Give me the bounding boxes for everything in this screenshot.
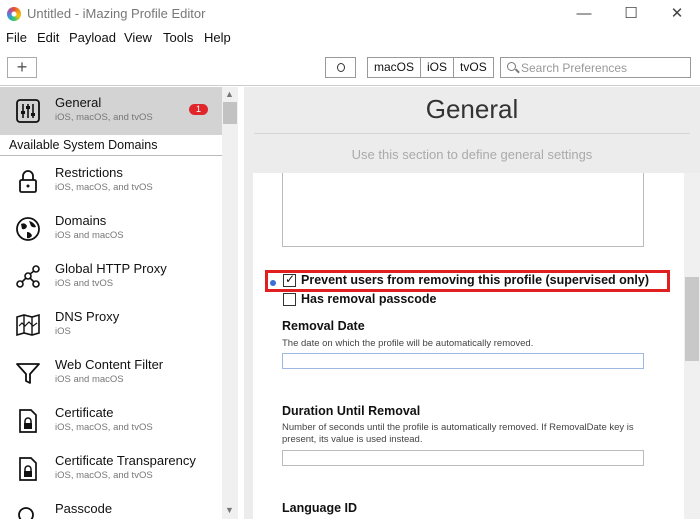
prevent-removal-label: Prevent users from removing this profile… (301, 273, 650, 287)
title-divider (254, 133, 690, 134)
sliders-icon (16, 99, 40, 123)
menu-payload[interactable]: Payload (69, 30, 116, 45)
certificate-icon (19, 409, 37, 433)
sidebar-item-subtitle: iOS and tvOS (55, 278, 114, 289)
sidebar-item-restrictions[interactable]: Restrictions iOS, macOS, and tvOS (0, 157, 222, 205)
sidebar-item-title: General (55, 95, 102, 110)
close-button[interactable]: ✕ (654, 3, 700, 25)
duration-title: Duration Until Removal (282, 404, 421, 418)
globe-icon (16, 217, 40, 241)
scroll-up-arrow-icon[interactable]: ▲ (225, 89, 234, 99)
filter-ios-button[interactable]: iOS (421, 58, 455, 77)
menu-help[interactable]: Help (204, 30, 231, 45)
menu-tools[interactable]: Tools (163, 30, 193, 45)
main-scroll-thumb[interactable] (685, 277, 699, 361)
platform-filter: macOS iOS tvOS (367, 57, 494, 78)
window-title: Untitled - iMazing Profile Editor (27, 6, 206, 21)
sidebar-item-certificate-transparency[interactable]: Certificate Transparency iOS, macOS, and… (0, 445, 222, 493)
sidebar-item-general[interactable]: General iOS, macOS, and tvOS 1 (0, 87, 222, 135)
minimize-button[interactable]: — (561, 3, 607, 25)
page-title: General (425, 94, 519, 124)
title-bar: Untitled - iMazing Profile Editor — ☐ ✕ (0, 0, 700, 28)
sidebar-item-domains[interactable]: Domains iOS and macOS (0, 205, 222, 253)
has-passcode-label: Has removal passcode (301, 292, 437, 306)
duration-input[interactable] (282, 450, 644, 466)
sidebar-item-title: Restrictions (55, 165, 123, 180)
menu-edit[interactable]: Edit (37, 30, 59, 45)
sidebar: General iOS, macOS, and tvOS 1 Available… (0, 87, 238, 519)
sidebar-item-title: Certificate Transparency (55, 453, 196, 468)
map-icon (16, 313, 40, 337)
sidebar-item-global-http-proxy[interactable]: Global HTTP Proxy iOS and tvOS (0, 253, 222, 301)
main-scrollbar[interactable] (684, 173, 700, 519)
sidebar-item-subtitle: iOS, macOS, and tvOS (55, 470, 153, 481)
search-icon (507, 62, 516, 71)
settings-panel: Prevent users from removing this profile… (253, 173, 684, 519)
removal-date-description: The date on which the profile will be au… (282, 338, 534, 349)
sidebar-item-subtitle: iOS (55, 326, 71, 337)
sidebar-item-title: Domains (55, 213, 107, 228)
app-icon (7, 7, 21, 21)
circle-icon (337, 63, 345, 72)
removal-date-title: Removal Date (282, 319, 365, 333)
sidebar-item-title: Passcode (55, 501, 113, 516)
sidebar-item-subtitle: iOS and macOS (55, 374, 124, 385)
circle-button[interactable] (325, 57, 356, 78)
section-header: Available System Domains (0, 136, 222, 156)
funnel-icon (16, 363, 40, 384)
sidebar-item-title: Certificate (55, 405, 114, 420)
sidebar-item-subtitle: iOS, macOS, and tvOS (55, 112, 153, 123)
sidebar-item-certificate[interactable]: Certificate iOS, macOS, and tvOS (0, 397, 222, 445)
lock-icon (19, 170, 37, 193)
toolbar: + macOS iOS tvOS (0, 48, 700, 86)
sidebar-item-subtitle: iOS, macOS, and tvOS (55, 422, 153, 433)
filter-macos-button[interactable]: macOS (368, 58, 422, 77)
sidebar-item-title: Global HTTP Proxy (55, 261, 167, 276)
prevent-removal-checkbox[interactable] (283, 272, 296, 287)
page-subtitle: Use this section to define general setti… (351, 147, 593, 162)
scroll-down-arrow-icon[interactable]: ▼ (225, 505, 234, 515)
count-badge: 1 (189, 104, 208, 115)
passcode-icon (18, 507, 34, 519)
sidebar-scroll-thumb[interactable] (223, 102, 237, 124)
maximize-button[interactable]: ☐ (608, 3, 654, 25)
language-id-title: Language ID (282, 501, 358, 515)
description-textarea[interactable] (282, 173, 644, 247)
menu-bar: File Edit Payload View Tools Help (0, 28, 700, 48)
search-input[interactable] (521, 59, 686, 76)
has-passcode-checkbox[interactable] (283, 293, 296, 306)
duration-description: Number of seconds until the profile is a… (282, 422, 634, 445)
sidebar-item-subtitle: iOS and macOS (55, 230, 124, 241)
menu-view[interactable]: View (124, 30, 152, 45)
certificate-icon (19, 457, 37, 481)
filter-tvos-button[interactable]: tvOS (454, 58, 493, 77)
main-pane: General Use this section to define gener… (244, 87, 700, 519)
removal-date-input[interactable] (282, 353, 644, 369)
sidebar-item-title: Web Content Filter (55, 357, 164, 372)
sidebar-scrollbar[interactable]: ▲ ▼ (222, 87, 238, 519)
sidebar-item-passcode[interactable]: Passcode (0, 493, 222, 519)
sidebar-item-dns-proxy[interactable]: DNS Proxy iOS (0, 301, 222, 349)
sidebar-item-title: DNS Proxy (55, 309, 120, 324)
menu-file[interactable]: File (6, 30, 27, 45)
add-payload-button[interactable]: + (7, 57, 37, 78)
search-box (500, 57, 691, 78)
sidebar-item-subtitle: iOS, macOS, and tvOS (55, 182, 153, 193)
network-icon (16, 265, 40, 288)
sidebar-item-web-content-filter[interactable]: Web Content Filter iOS and macOS (0, 349, 222, 397)
